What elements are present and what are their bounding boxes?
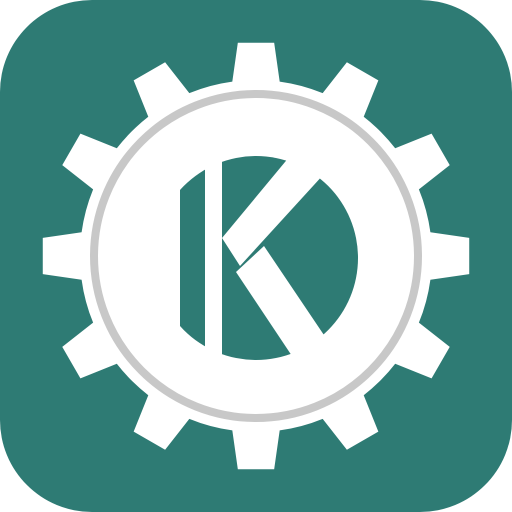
app-icon[interactable]	[0, 0, 512, 512]
app-icon-graphic	[0, 0, 512, 512]
